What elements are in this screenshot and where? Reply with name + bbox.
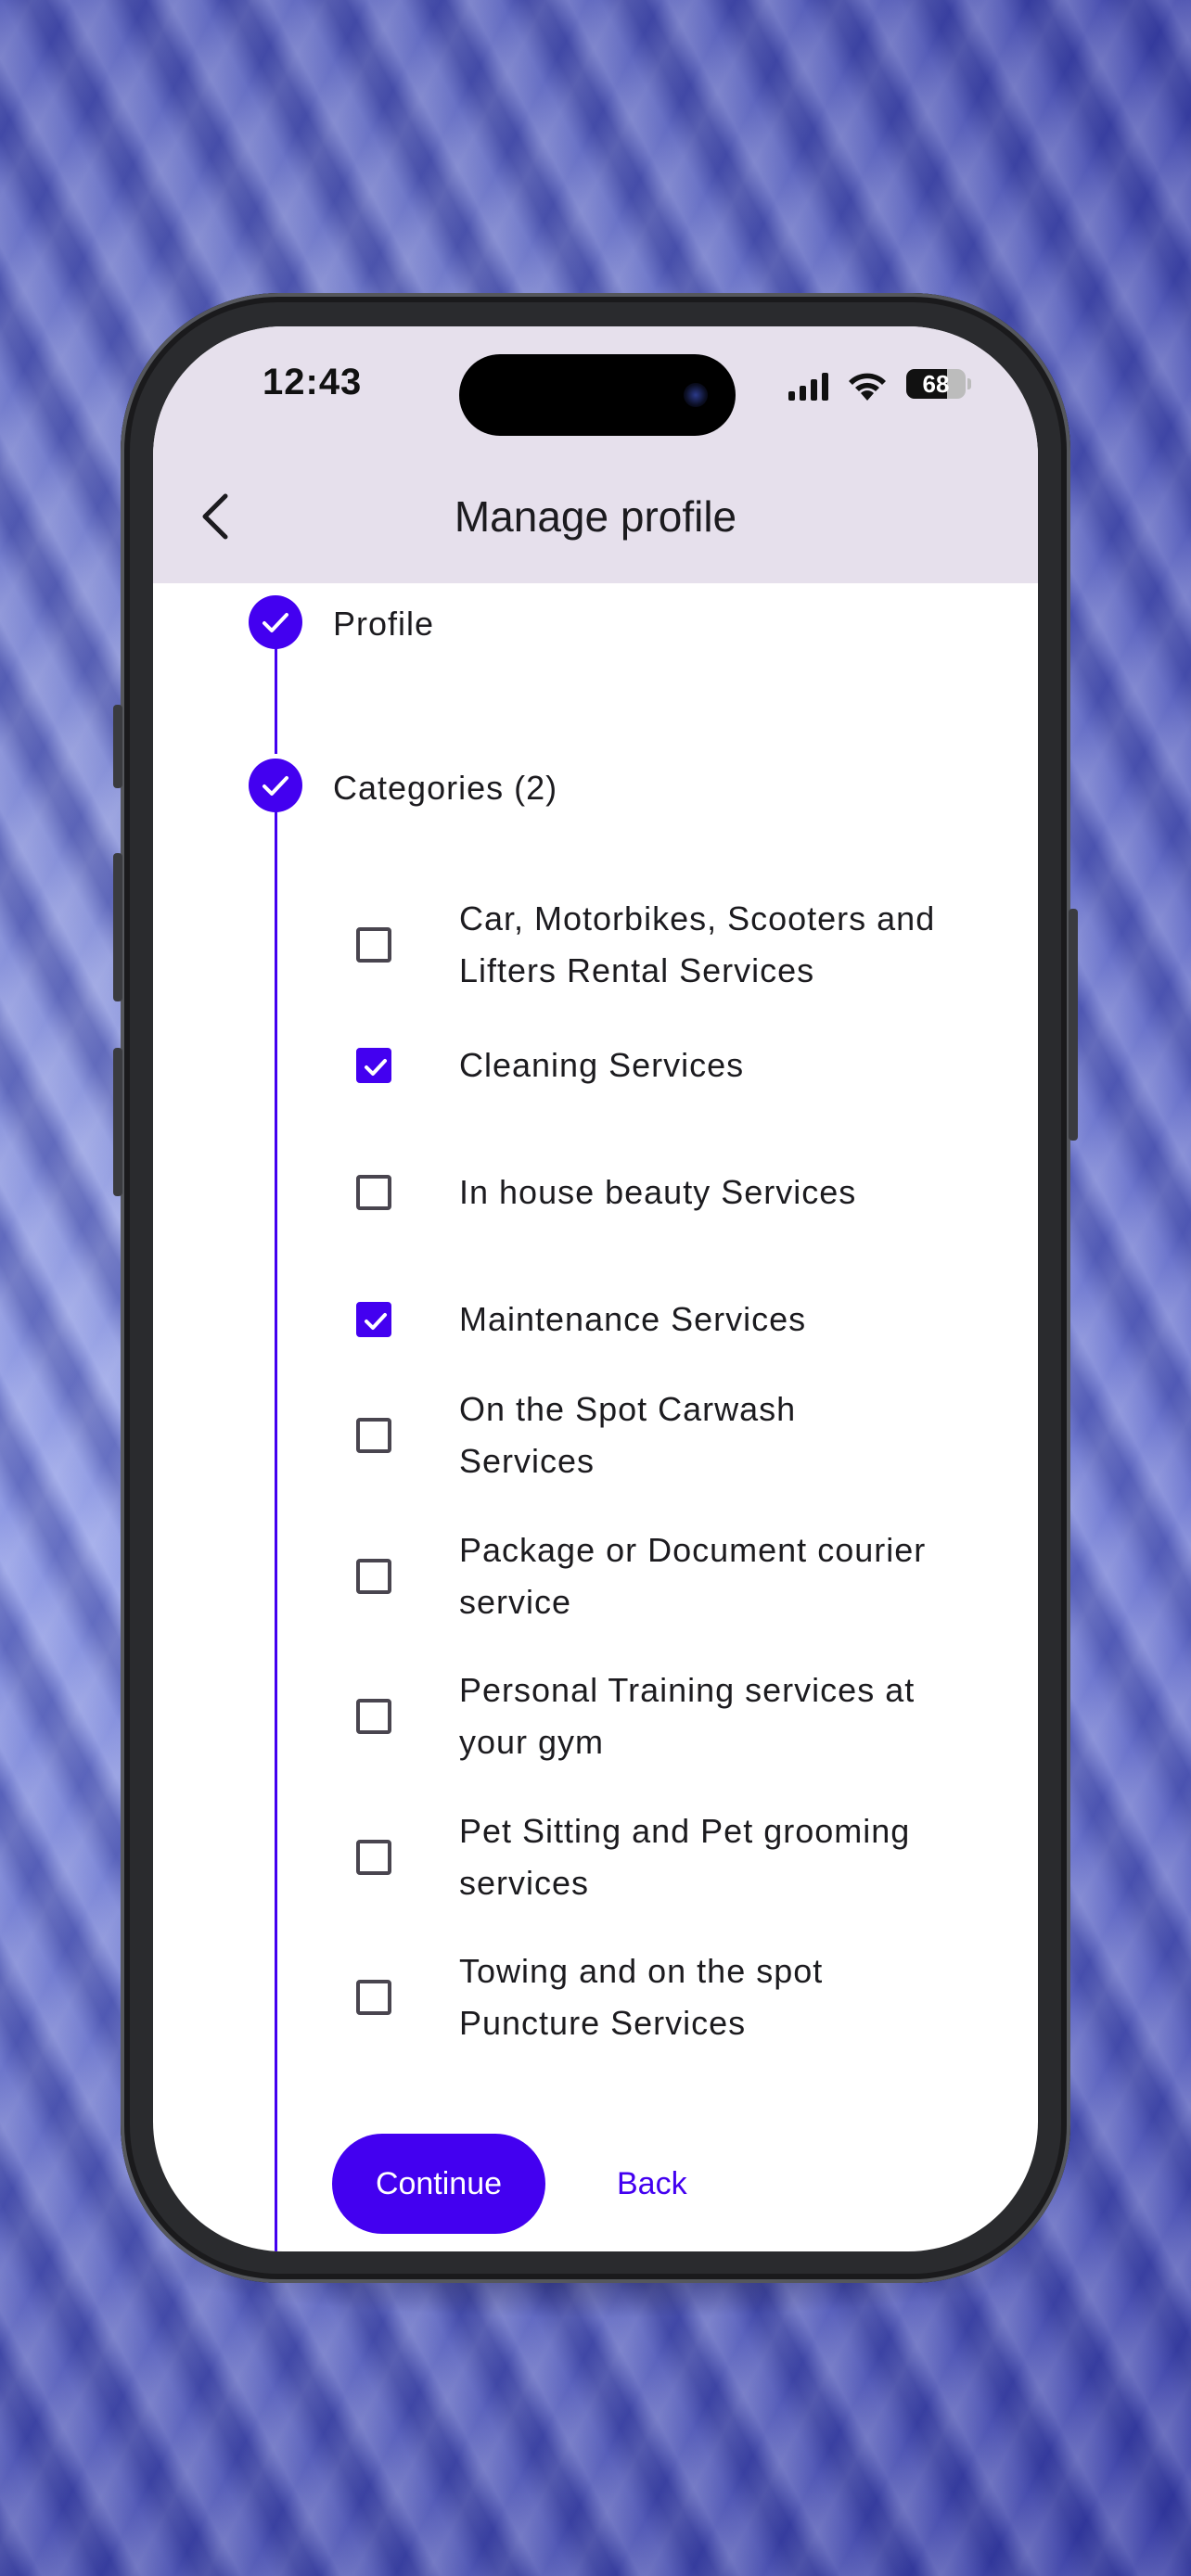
action-button bbox=[113, 705, 122, 788]
checkbox[interactable] bbox=[356, 1559, 391, 1594]
category-item[interactable]: Towing and on the spot Puncture Services bbox=[153, 1938, 1038, 2059]
category-label: Pet Sitting and Pet grooming services bbox=[459, 1812, 911, 1902]
screen: 12:43 68 Manage profile Profile Categori… bbox=[153, 326, 1038, 2251]
category-item[interactable]: Maintenance Services bbox=[153, 1273, 1038, 1366]
checkbox[interactable] bbox=[356, 1980, 391, 2015]
volume-down-button bbox=[113, 1048, 122, 1196]
step-complete-icon bbox=[249, 595, 302, 649]
step-complete-icon bbox=[249, 759, 302, 812]
battery-tip bbox=[967, 378, 971, 389]
battery-level: 68 bbox=[922, 370, 950, 398]
category-label: Towing and on the spot Puncture Services bbox=[459, 1952, 824, 2042]
category-item[interactable]: In house beauty Services bbox=[153, 1146, 1038, 1239]
category-label: In house beauty Services bbox=[459, 1173, 857, 1211]
check-icon bbox=[365, 1059, 387, 1076]
category-label: Cleaning Services bbox=[459, 1046, 745, 1084]
category-item[interactable]: Car, Motorbikes, Scooters and Lifters Re… bbox=[153, 889, 1038, 1001]
checkbox[interactable] bbox=[356, 927, 391, 963]
category-item[interactable]: Cleaning Services bbox=[153, 1019, 1038, 1112]
checkbox[interactable] bbox=[356, 1418, 391, 1453]
category-item[interactable]: Pet Sitting and Pet grooming services bbox=[153, 1798, 1038, 1919]
check-icon bbox=[263, 776, 288, 796]
category-label: On the Spot Carwash Services bbox=[459, 1390, 797, 1480]
category-label: Car, Motorbikes, Scooters and Lifters Re… bbox=[459, 899, 936, 989]
step-label-profile[interactable]: Profile bbox=[333, 605, 434, 644]
status-time: 12:43 bbox=[263, 362, 363, 402]
step-connector bbox=[275, 645, 277, 754]
stepper-content: Profile Categories (2) Car, Motorbikes, … bbox=[153, 583, 1038, 2251]
camera-icon bbox=[684, 383, 708, 407]
back-text-button[interactable]: Back bbox=[589, 2134, 715, 2234]
page-title: Manage profile bbox=[454, 492, 737, 541]
category-item[interactable]: Package or Document courier service bbox=[153, 1517, 1038, 1638]
check-icon bbox=[365, 1313, 387, 1330]
power-button bbox=[1069, 909, 1078, 1141]
dynamic-island bbox=[459, 354, 736, 436]
check-icon bbox=[263, 613, 288, 632]
checkbox[interactable] bbox=[356, 1175, 391, 1210]
category-label: Personal Training services at your gym bbox=[459, 1671, 916, 1761]
category-label: Maintenance Services bbox=[459, 1300, 807, 1338]
checkbox[interactable] bbox=[356, 1699, 391, 1734]
category-item[interactable]: Personal Training services at your gym bbox=[153, 1657, 1038, 1778]
step-label-categories[interactable]: Categories (2) bbox=[333, 769, 557, 808]
checkbox-checked[interactable] bbox=[356, 1302, 391, 1337]
volume-up-button bbox=[113, 853, 122, 1001]
cellular-signal-icon bbox=[788, 373, 828, 401]
checkbox-checked[interactable] bbox=[356, 1048, 391, 1083]
checkbox[interactable] bbox=[356, 1840, 391, 1875]
category-label: Package or Document courier service bbox=[459, 1531, 927, 1621]
battery-icon: 68 bbox=[906, 369, 966, 399]
continue-button[interactable]: Continue bbox=[332, 2134, 545, 2234]
wifi-icon bbox=[849, 373, 886, 401]
app-header: 12:43 68 Manage profile bbox=[153, 326, 1038, 583]
category-item[interactable]: On the Spot Carwash Services bbox=[153, 1376, 1038, 1497]
